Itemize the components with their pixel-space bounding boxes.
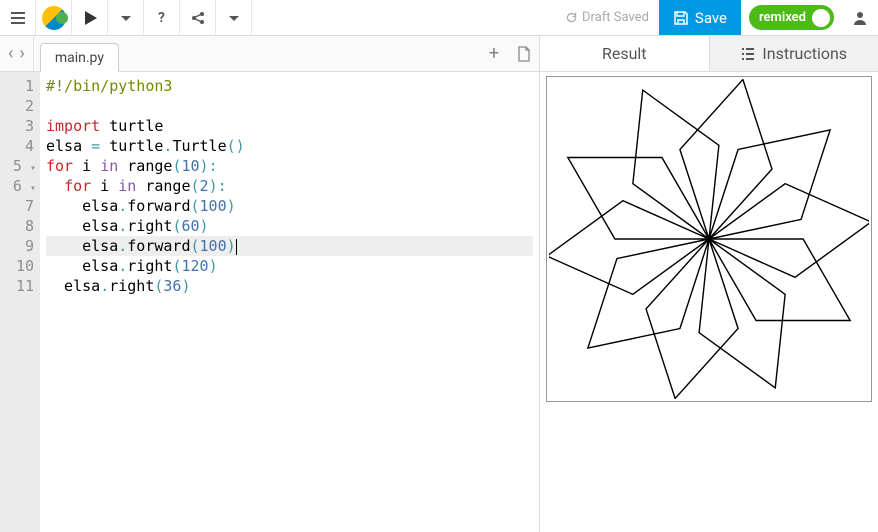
code-line[interactable]: elsa.forward(100) <box>46 236 533 256</box>
code-line[interactable]: elsa = turtle.Turtle() <box>46 136 533 156</box>
line-number: 11 <box>10 276 34 296</box>
line-number: 4 <box>10 136 34 156</box>
share-icon <box>190 10 206 26</box>
code-editor[interactable]: 12345 ▾6 ▾7891011 #!/bin/python3 import t… <box>0 72 539 532</box>
code-line[interactable] <box>46 96 533 116</box>
new-file-button[interactable]: + <box>479 36 509 71</box>
menu-icon <box>10 10 26 26</box>
file-options-button[interactable] <box>509 36 539 71</box>
nav-forward[interactable]: › <box>17 43 26 64</box>
tab-instructions[interactable]: Instructions <box>710 36 878 71</box>
code-line[interactable]: elsa.right(120) <box>46 256 533 276</box>
remix-toggle[interactable]: remixed <box>749 5 834 30</box>
logo-icon <box>42 6 66 30</box>
code-line[interactable]: import turtle <box>46 116 533 136</box>
share-dropdown[interactable] <box>216 0 252 35</box>
line-number: 6 ▾ <box>10 176 34 196</box>
code-line[interactable]: elsa.right(36) <box>46 276 533 296</box>
file-tab[interactable]: main.py <box>40 43 119 72</box>
plus-icon: + <box>489 43 499 64</box>
editor-panel: ‹ › main.py + 12345 ▾6 ▾7891011 #!/bin/p… <box>0 36 540 532</box>
play-icon <box>82 10 98 26</box>
share-button[interactable] <box>180 0 216 35</box>
user-menu[interactable] <box>842 0 878 35</box>
user-icon <box>852 10 868 26</box>
turtle-canvas <box>546 76 872 402</box>
question-icon: ? <box>158 10 165 26</box>
line-number: 10 <box>10 256 34 276</box>
line-number: 1 <box>10 76 34 96</box>
output-panel: Result Instructions <box>540 36 878 532</box>
nav-back[interactable]: ‹ <box>6 43 15 64</box>
code-line[interactable]: for i in range(2): <box>46 176 533 196</box>
logo[interactable] <box>36 0 72 35</box>
save-icon <box>673 10 689 26</box>
line-number: 3 <box>10 116 34 136</box>
line-number: 9 <box>10 236 34 256</box>
draft-status: Draft Saved <box>555 0 659 35</box>
run-button[interactable] <box>72 0 108 35</box>
code-line[interactable]: elsa.right(60) <box>46 216 533 236</box>
line-number: 2 <box>10 96 34 116</box>
run-dropdown[interactable] <box>108 0 144 35</box>
help-button[interactable]: ? <box>144 0 180 35</box>
code-line[interactable]: for i in range(10): <box>46 156 533 176</box>
code-line[interactable]: elsa.forward(100) <box>46 196 533 216</box>
menu-button[interactable] <box>0 0 36 35</box>
caret-down-icon <box>226 10 242 26</box>
tab-result[interactable]: Result <box>540 36 710 71</box>
line-number: 8 <box>10 216 34 236</box>
code-line[interactable]: #!/bin/python3 <box>46 76 533 96</box>
toolbar: ? Draft Saved Save remixed <box>0 0 878 36</box>
save-button[interactable]: Save <box>659 0 741 35</box>
toggle-knob-icon <box>812 9 830 27</box>
line-number: 5 ▾ <box>10 156 34 176</box>
file-icon <box>516 46 532 62</box>
list-icon <box>740 46 756 62</box>
line-number: 7 <box>10 196 34 216</box>
caret-down-icon <box>118 10 134 26</box>
refresh-icon <box>565 11 578 24</box>
